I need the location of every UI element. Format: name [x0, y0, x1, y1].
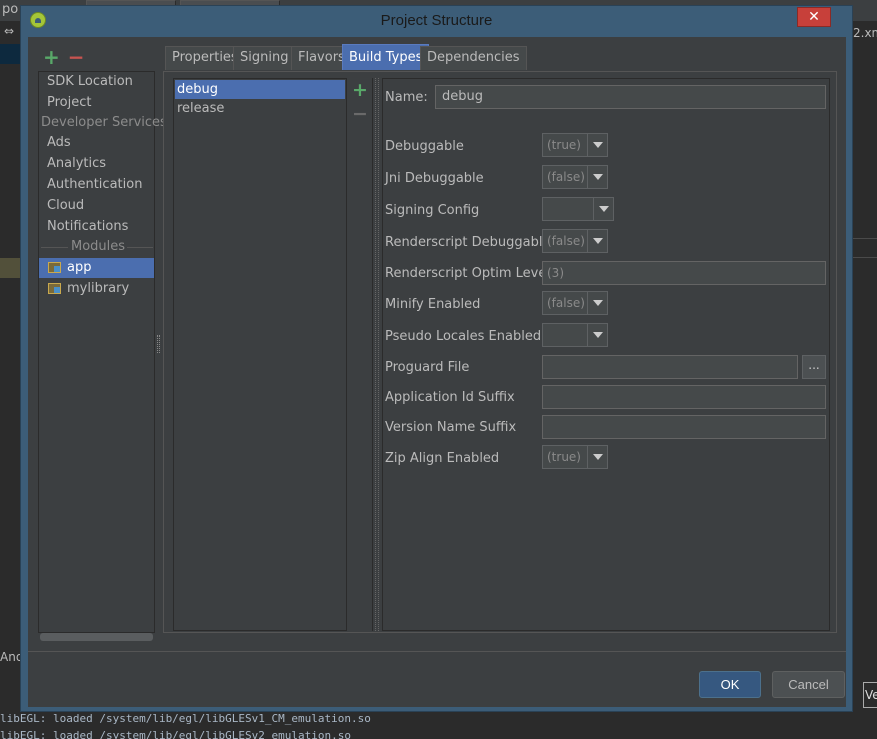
sidebar: SDK Location Project Developer Services …: [38, 71, 167, 641]
proguard-file-label: Proguard File: [385, 360, 470, 375]
add-build-type-icon[interactable]: +: [352, 80, 368, 100]
renderscript-debuggable-label: Renderscript Debuggable: [385, 235, 551, 250]
tab-dependencies[interactable]: Dependencies: [420, 46, 527, 70]
renderscript-debuggable-combo[interactable]: (false): [542, 229, 608, 253]
chevron-down-icon[interactable]: [587, 134, 607, 156]
build-type-release[interactable]: release: [175, 99, 345, 118]
close-button[interactable]: ✕: [797, 7, 831, 27]
separator-line: [41, 247, 68, 248]
sidebar-item-project[interactable]: Project: [47, 93, 91, 113]
build-type-form: Name: debug Debuggable (true) Jni Debugg…: [382, 78, 830, 631]
splitter-handle[interactable]: [157, 335, 160, 353]
developer-services-header: Developer Services: [41, 115, 167, 130]
combo-value: (false): [547, 296, 585, 310]
combo-value: (false): [547, 170, 585, 184]
sync-icon[interactable]: ⇔: [4, 24, 14, 38]
ide-project-panel: ⇔ And: [0, 22, 23, 712]
application-id-suffix-field[interactable]: [542, 385, 826, 409]
ide-logcat: libEGL: loaded /system/lib/egl/libGLESv1…: [0, 712, 877, 739]
sidebar-item-cloud[interactable]: Cloud: [47, 196, 84, 216]
version-name-suffix-field[interactable]: [542, 415, 826, 439]
pseudo-locales-enabled-combo[interactable]: [542, 323, 608, 347]
sidebar-toolbar: + −: [43, 47, 85, 67]
module-label: app: [67, 260, 92, 275]
dialog-body: + − SDK Location Project Developer Servic…: [28, 37, 846, 707]
ide-side-button[interactable]: Ve: [863, 682, 877, 708]
add-icon[interactable]: +: [43, 45, 60, 69]
proguard-browse-button[interactable]: ...: [802, 355, 826, 379]
version-name-suffix-label: Version Name Suffix: [385, 420, 517, 435]
combo-value: (true): [547, 450, 581, 464]
log-line: libEGL: loaded /system/lib/egl/libGLESv1…: [0, 712, 371, 725]
chevron-down-icon[interactable]: [587, 292, 607, 314]
module-label: mylibrary: [67, 281, 130, 296]
sidebar-scrollbar[interactable]: [40, 633, 153, 641]
module-folder-icon: [48, 283, 61, 294]
cancel-button[interactable]: Cancel: [772, 671, 845, 698]
signing-config-combo[interactable]: [542, 197, 614, 221]
name-label: Name:: [385, 90, 428, 105]
pseudo-locales-enabled-label: Pseudo Locales Enabled: [385, 329, 542, 344]
sidebar-item-mylibrary[interactable]: mylibrary: [39, 279, 154, 299]
debuggable-label: Debuggable: [385, 139, 464, 154]
ide-selected-row[interactable]: [0, 44, 20, 64]
modules-header: Modules: [71, 239, 126, 254]
footer-divider: [28, 651, 846, 652]
sidebar-item-analytics[interactable]: Analytics: [47, 154, 106, 174]
renderscript-optim-level-field[interactable]: (3): [542, 261, 826, 285]
tab-build-types[interactable]: Build Types: [342, 44, 430, 70]
name-field[interactable]: debug: [435, 85, 826, 109]
proguard-file-field[interactable]: [542, 355, 798, 379]
log-line: libEGL: loaded /system/lib/egl/libGLESv2…: [0, 729, 351, 739]
chevron-down-icon[interactable]: [587, 230, 607, 252]
chevron-down-icon[interactable]: [587, 166, 607, 188]
build-type-list: debug release: [173, 78, 347, 631]
build-type-debug[interactable]: debug: [175, 80, 345, 99]
sidebar-item-app[interactable]: app: [39, 258, 154, 278]
remove-build-type-icon[interactable]: −: [352, 104, 368, 124]
sidebar-item-notifications[interactable]: Notifications: [47, 217, 128, 237]
dialog-title: Project Structure: [380, 12, 493, 29]
minify-enabled-combo[interactable]: (false): [542, 291, 608, 315]
signing-config-label: Signing Config: [385, 203, 480, 218]
chevron-down-icon[interactable]: [587, 446, 607, 468]
dialog-titlebar[interactable]: Project Structure ✕: [21, 6, 852, 36]
ide-editor-panel: 2.xm Ve: [853, 22, 877, 712]
debuggable-combo[interactable]: (true): [542, 133, 608, 157]
separator-line: [127, 247, 153, 248]
combo-value: (false): [547, 234, 585, 248]
combo-value: (true): [547, 138, 581, 152]
modules-separator: Modules: [39, 237, 154, 257]
jni-debuggable-label: Jni Debuggable: [385, 171, 484, 186]
minify-enabled-label: Minify Enabled: [385, 297, 481, 312]
zip-align-enabled-combo[interactable]: (true): [542, 445, 608, 469]
build-types-panel: debug release + − Name: debug Debuggable…: [163, 71, 837, 633]
sidebar-item-authentication[interactable]: Authentication: [47, 175, 142, 195]
build-type-toolbar: + −: [347, 78, 373, 631]
zip-align-enabled-label: Zip Align Enabled: [385, 451, 500, 466]
chevron-down-icon[interactable]: [593, 198, 613, 220]
ide-highlighted-row[interactable]: [0, 258, 20, 278]
chevron-down-icon[interactable]: [587, 324, 607, 346]
sidebar-item-ads[interactable]: Ads: [47, 133, 71, 153]
ide-xml-tab[interactable]: 2.xm: [853, 26, 877, 40]
renderscript-optim-level-label: Renderscript Optim Level: [385, 266, 550, 281]
application-id-suffix-label: Application Id Suffix: [385, 390, 515, 405]
tab-signing[interactable]: Signing: [233, 46, 296, 70]
sidebar-item-sdk-location[interactable]: SDK Location: [47, 72, 133, 92]
module-folder-icon: [48, 262, 61, 273]
splitter-handle[interactable]: [375, 78, 379, 631]
ok-button[interactable]: OK: [699, 671, 761, 698]
remove-icon[interactable]: −: [68, 45, 85, 69]
project-structure-dialog: Project Structure ✕ + − SDK Location Proj…: [20, 5, 853, 712]
ide-title-fragment: po: [2, 2, 19, 17]
jni-debuggable-combo[interactable]: (false): [542, 165, 608, 189]
ide-editor-line: [853, 238, 877, 258]
